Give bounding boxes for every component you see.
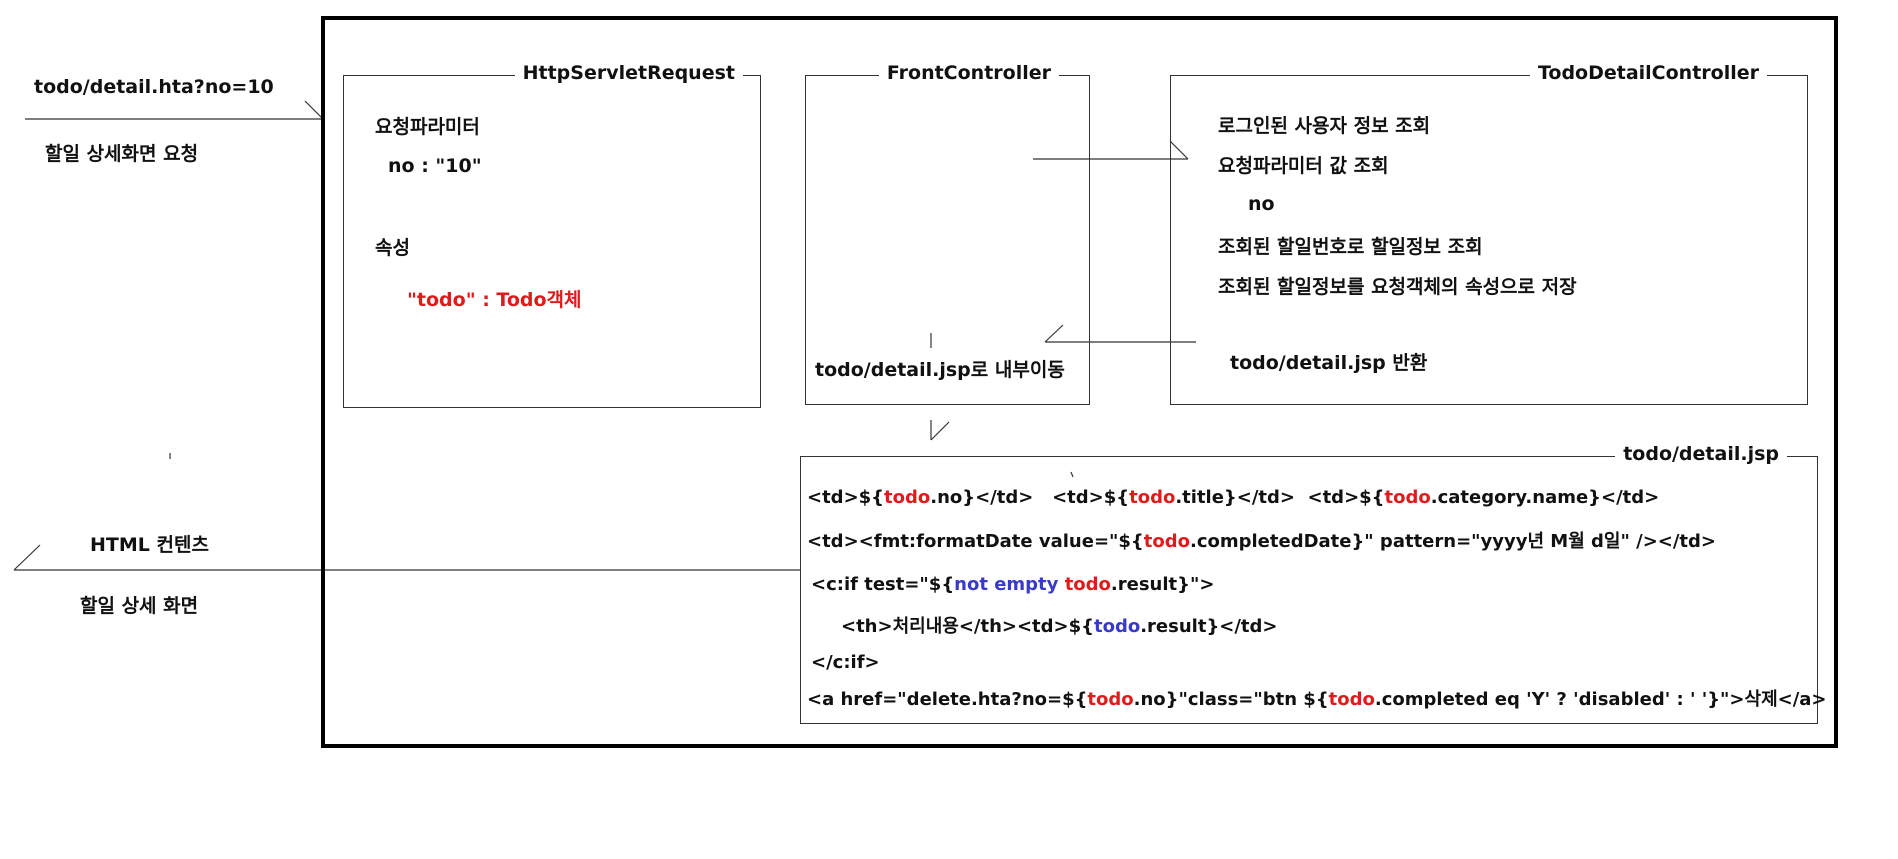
jsp-code-text: .no}</td> <td>${ bbox=[930, 487, 1130, 508]
request-description: 할일 상세화면 요청 bbox=[45, 143, 199, 165]
jsp-code-highlight: todo bbox=[1328, 689, 1375, 710]
jsp-code-text: .result}"> bbox=[1110, 574, 1215, 595]
jsp-code-line: <a href="delete.hta?no=${todo.no}"class=… bbox=[807, 685, 1827, 711]
request-url-label: todo/detail.hta?no=10 bbox=[34, 76, 274, 98]
jsp-code-line: </c:if> bbox=[811, 652, 880, 673]
jsp-code-text: <a href="delete.hta?no=${ bbox=[807, 689, 1088, 710]
jsp-box: todo/detail.jsp <td>${todo.no}</td> <td>… bbox=[800, 443, 1827, 724]
jsp-code-text: .category.name}</td> bbox=[1430, 487, 1660, 508]
controller-step: 조회된 할일정보를 요청객체의 속성으로 저장 bbox=[1218, 276, 1577, 298]
controller-step: 로그인된 사용자 정보 조회 bbox=[1218, 115, 1431, 137]
jsp-box-title: todo/detail.jsp bbox=[1615, 443, 1787, 465]
request-box: HttpServletRequest 요청파라미터 no : "10" 속성 "… bbox=[343, 62, 761, 408]
response-arrow-head bbox=[13, 544, 41, 571]
jsp-code-highlight: todo bbox=[1087, 689, 1134, 710]
controller-step: 조회된 할일번호로 할일정보 조회 bbox=[1218, 236, 1483, 258]
forward-text: todo/detail.jsp로 내부이동 bbox=[815, 359, 1065, 381]
jsp-code-text: .result}</td> bbox=[1140, 616, 1278, 637]
attr-value: "todo" : Todo객체 bbox=[407, 289, 582, 311]
controller-step: 요청파라미터 값 조회 bbox=[1218, 155, 1389, 177]
jsp-code-highlight: todo bbox=[1129, 487, 1176, 508]
jsp-code-text: <td>${ bbox=[807, 487, 884, 508]
jsp-code-highlight: not empty bbox=[954, 574, 1059, 595]
controller-step: no bbox=[1248, 193, 1275, 215]
jsp-code-highlight: todo bbox=[1093, 616, 1141, 637]
jsp-code-text: </c:if> bbox=[811, 652, 880, 673]
jsp-code-text: .completed eq 'Y' ? 'disabled' : ' '}">삭… bbox=[1374, 689, 1827, 710]
jsp-code-line: <td><fmt:formatDate value="${todo.comple… bbox=[807, 527, 1716, 553]
request-box-title: HttpServletRequest bbox=[514, 62, 743, 84]
jsp-code-highlight: todo bbox=[1384, 487, 1431, 508]
front-controller-title: FrontController bbox=[878, 62, 1059, 84]
jsp-code-line: <td>${todo.no}</td> <td>${todo.title}</t… bbox=[807, 487, 1659, 508]
jsp-code-text: .title}</td> <td>${ bbox=[1175, 487, 1385, 508]
attr-heading: 속성 bbox=[375, 237, 410, 259]
jsp-code-highlight: todo bbox=[1064, 574, 1111, 595]
front-controller-box: FrontController todo/detail.jsp로 내부이동 bbox=[805, 62, 1090, 405]
controller-return-text: todo/detail.jsp 반환 bbox=[1230, 352, 1428, 374]
jsp-code-line: <th>처리내용</th><td>${todo.result}</td> bbox=[841, 612, 1278, 638]
detail-controller-title: TodoDetailController bbox=[1529, 62, 1767, 84]
response-title: HTML 컨텐츠 bbox=[90, 534, 209, 556]
jsp-code-highlight: todo bbox=[1143, 531, 1190, 552]
jsp-code-line: <c:if test="${not empty todo.result}"> bbox=[811, 574, 1214, 595]
response-description: 할일 상세 화면 bbox=[80, 595, 199, 617]
jsp-code-text: <c:if test="${ bbox=[811, 574, 955, 595]
param-heading: 요청파라미터 bbox=[375, 116, 480, 138]
param-value: no : "10" bbox=[388, 155, 482, 177]
jsp-code-text: .completedDate}" pattern="yyyy년 M월 d일" /… bbox=[1189, 531, 1717, 552]
jsp-code-text: .no}"class="btn ${ bbox=[1133, 689, 1329, 710]
detail-controller-box: TodoDetailController 로그인된 사용자 정보 조회 요청파라… bbox=[1170, 62, 1808, 405]
jsp-code-text: <th>처리내용</th><td>${ bbox=[841, 616, 1094, 637]
jsp-code-highlight: todo bbox=[884, 487, 931, 508]
jsp-code-text: <td><fmt:formatDate value="${ bbox=[807, 531, 1144, 552]
